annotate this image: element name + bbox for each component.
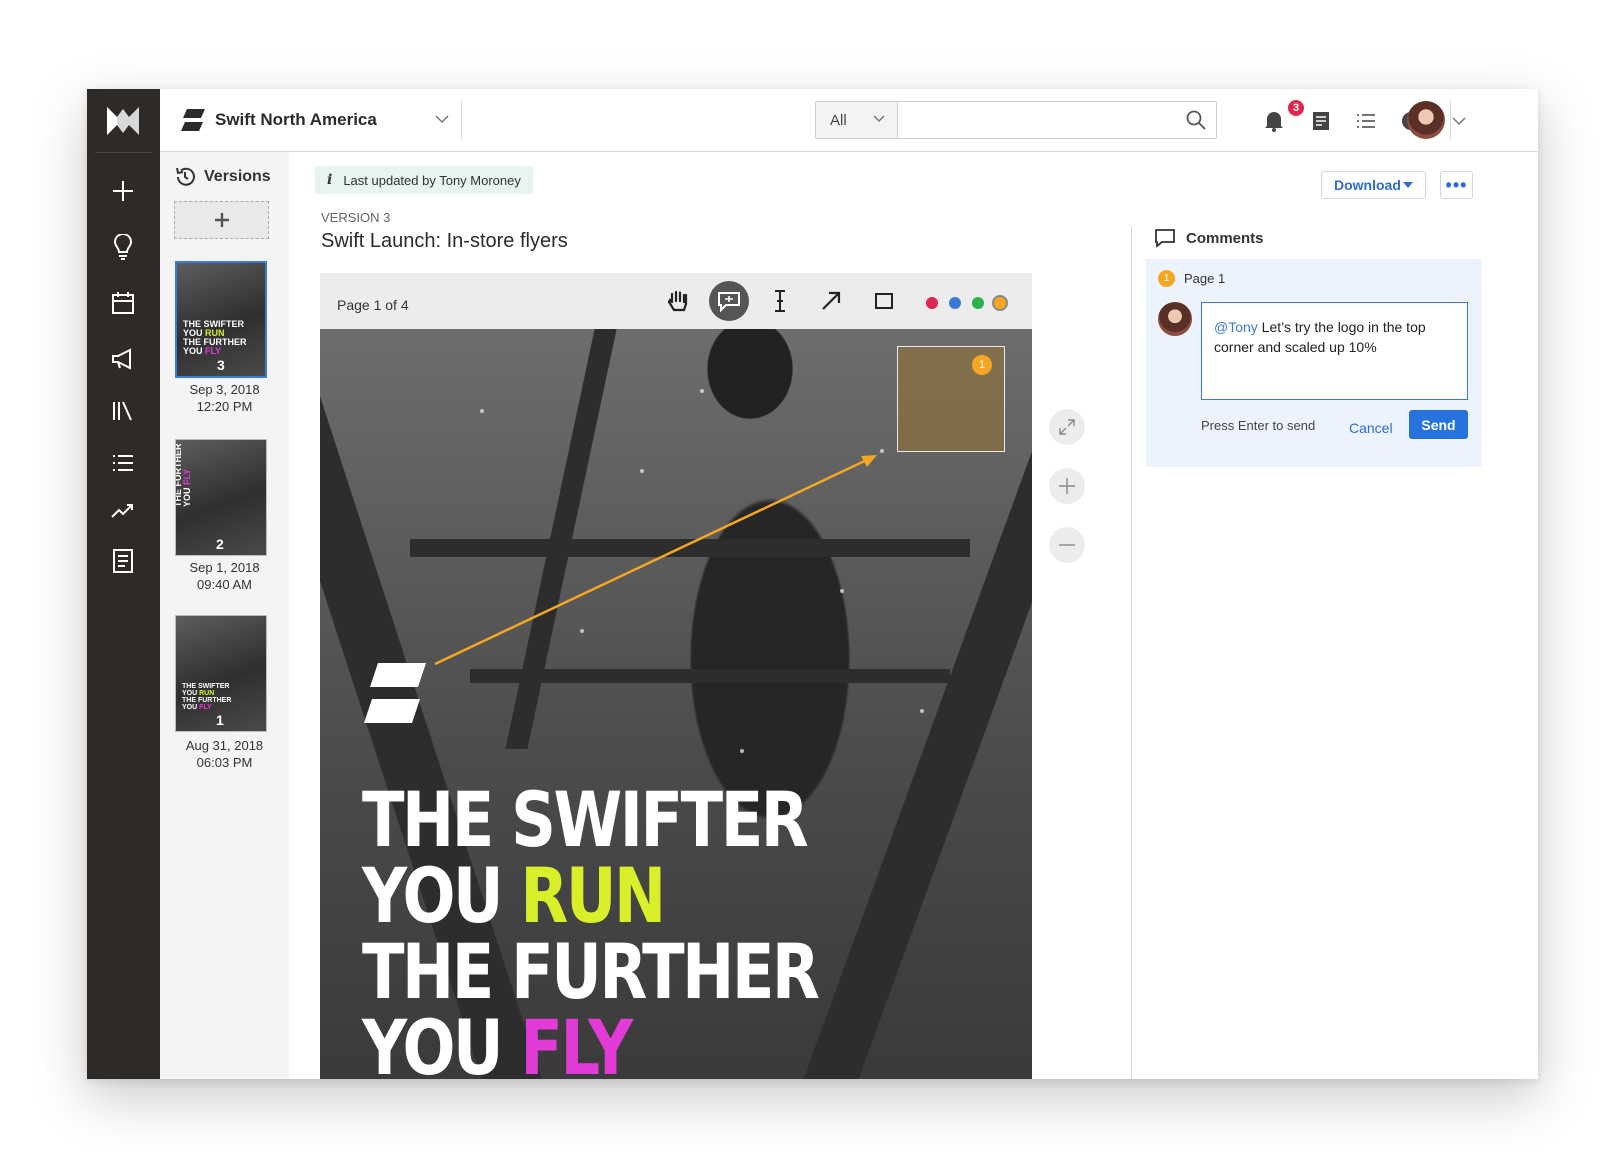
mention-tag[interactable]: @Tony bbox=[1214, 319, 1258, 335]
enter-hint: Press Enter to send bbox=[1201, 418, 1316, 433]
versions-header: Versions bbox=[174, 166, 271, 188]
comments-header: Comments bbox=[1154, 228, 1264, 248]
notification-count-badge: 3 bbox=[1287, 99, 1305, 117]
color-red-swatch[interactable] bbox=[926, 297, 938, 309]
version-label: VERSION 3 bbox=[321, 210, 391, 225]
color-orange-swatch[interactable] bbox=[994, 297, 1006, 309]
page-pin-badge: 1 bbox=[1158, 270, 1175, 287]
comment-page-label: 1 Page 1 bbox=[1158, 270, 1225, 287]
search-bar: All bbox=[815, 101, 1217, 139]
thumbnail-text: THE SWIFTER YOU RUN THE FURTHER YOU FLY bbox=[183, 319, 247, 356]
version-thumbnail[interactable]: THE SWIFTER YOU RUN THE FURTHER YOU FLY … bbox=[175, 615, 267, 732]
chevron-down-icon bbox=[873, 115, 885, 123]
last-updated-text: Last updated by Tony Moroney bbox=[343, 172, 521, 188]
comment-pin-tool-icon[interactable] bbox=[709, 281, 749, 321]
pan-hand-tool-icon[interactable] bbox=[658, 281, 698, 321]
thumbnail-text: THE SWIFTER YOU RUN THE FURTHER YOU FLY bbox=[175, 443, 192, 508]
comments-divider bbox=[1131, 227, 1132, 1079]
document-title: Swift Launch: In-store flyers bbox=[321, 230, 568, 252]
proof-canvas[interactable]: 1 THE SWIFTER YOU RUN THE FURTHER YOU FL… bbox=[320, 329, 1032, 1079]
header-divider bbox=[461, 101, 462, 139]
list-view-icon[interactable] bbox=[1353, 108, 1379, 134]
version-number: 3 bbox=[217, 357, 225, 373]
analytics-trend-icon[interactable] bbox=[109, 497, 137, 525]
version-thumbnail[interactable]: THE SWIFTER YOU RUN THE FURTHER YOU FLY … bbox=[175, 261, 267, 378]
version-number: 1 bbox=[216, 712, 224, 728]
main-content: i Last updated by Tony Moroney VERSION 3… bbox=[289, 152, 1538, 1079]
caret-down-icon bbox=[1403, 182, 1413, 188]
viewer-toolbar: Page 1 of 4 bbox=[320, 273, 1032, 329]
version-date: Aug 31, 2018 06:03 PM bbox=[185, 738, 264, 770]
versions-title: Versions bbox=[204, 168, 271, 185]
plus-icon bbox=[214, 213, 229, 227]
text-cursor-tool-icon[interactable] bbox=[760, 281, 800, 321]
download-button[interactable]: Download bbox=[1321, 171, 1426, 199]
calendar-icon[interactable] bbox=[109, 289, 137, 317]
annotation-pin-badge[interactable]: 1 bbox=[972, 355, 992, 375]
last-updated-banner: i Last updated by Tony Moroney bbox=[315, 166, 533, 194]
campaigns-megaphone-icon[interactable] bbox=[109, 345, 137, 373]
fullscreen-expand-icon[interactable] bbox=[1049, 409, 1085, 445]
chevron-down-icon bbox=[435, 115, 449, 124]
search-filter-select[interactable]: All bbox=[816, 102, 898, 138]
list-icon[interactable] bbox=[109, 449, 137, 477]
rectangle-tool-icon[interactable] bbox=[864, 281, 904, 321]
ideas-lightbulb-icon[interactable] bbox=[109, 233, 137, 261]
header-divider bbox=[1450, 101, 1451, 139]
search-filter-value: All bbox=[830, 111, 847, 129]
more-options-button[interactable]: ••• bbox=[1440, 171, 1473, 199]
zoom-in-icon[interactable] bbox=[1049, 468, 1085, 504]
rail-divider bbox=[95, 152, 152, 153]
comment-compose-card: 1 Page 1 @Tony Let’s try the logo in the… bbox=[1146, 259, 1482, 467]
search-icon[interactable] bbox=[1186, 110, 1206, 130]
page-indicator: Page 1 of 4 bbox=[337, 297, 409, 313]
versions-panel: Versions THE SWIFTER YOU RUN THE FURTHER… bbox=[160, 152, 289, 1079]
add-version-button[interactable] bbox=[174, 201, 269, 239]
top-header: Swift North America All 3 ? bbox=[160, 89, 1538, 152]
library-icon[interactable] bbox=[109, 397, 137, 425]
app-window: Swift North America All 3 ? bbox=[87, 89, 1538, 1079]
color-green-swatch[interactable] bbox=[972, 297, 984, 309]
info-icon: i bbox=[327, 172, 333, 188]
create-icon[interactable] bbox=[109, 177, 137, 205]
workspace-switcher[interactable]: Swift North America bbox=[180, 106, 449, 134]
history-icon bbox=[176, 167, 195, 186]
brand-logo-icon[interactable] bbox=[105, 103, 141, 137]
workspace-name: Swift North America bbox=[215, 110, 377, 129]
version-date: Sep 1, 2018 09:40 AM bbox=[189, 560, 260, 592]
comment-input[interactable]: @Tony Let’s try the logo in the top corn… bbox=[1201, 302, 1468, 400]
commenter-avatar bbox=[1158, 302, 1192, 336]
flyer-headline: THE SWIFTER YOU RUN THE FURTHER YOU FLY bbox=[362, 775, 820, 1080]
zoom-out-icon[interactable] bbox=[1049, 527, 1085, 563]
version-number: 2 bbox=[216, 536, 224, 552]
color-blue-swatch[interactable] bbox=[949, 297, 961, 309]
thumbnail-text: THE SWIFTER YOU RUN THE FURTHER YOU FLY bbox=[182, 683, 232, 711]
comments-title: Comments bbox=[1186, 229, 1264, 247]
version-date: Sep 3, 2018 12:20 PM bbox=[189, 382, 260, 414]
swift-logo-icon bbox=[181, 109, 205, 131]
tasks-icon[interactable] bbox=[1308, 108, 1334, 134]
search-input[interactable] bbox=[898, 102, 1216, 138]
comment-bubble-icon bbox=[1155, 229, 1175, 248]
arrow-tool-icon[interactable] bbox=[811, 281, 851, 321]
document-icon[interactable] bbox=[109, 547, 137, 575]
left-nav-rail bbox=[87, 89, 160, 1079]
version-thumbnail[interactable]: THE SWIFTER YOU RUN THE FURTHER YOU FLY … bbox=[175, 439, 267, 556]
send-button[interactable]: Send bbox=[1409, 410, 1468, 439]
cancel-button[interactable]: Cancel bbox=[1349, 420, 1393, 436]
chevron-down-icon[interactable] bbox=[1452, 116, 1466, 126]
user-avatar[interactable] bbox=[1407, 101, 1445, 139]
notifications-bell-icon[interactable] bbox=[1261, 108, 1287, 134]
proof-viewer: Page 1 of 4 1 THE SWIFTER YOU RUN THE FU… bbox=[320, 273, 1032, 1079]
